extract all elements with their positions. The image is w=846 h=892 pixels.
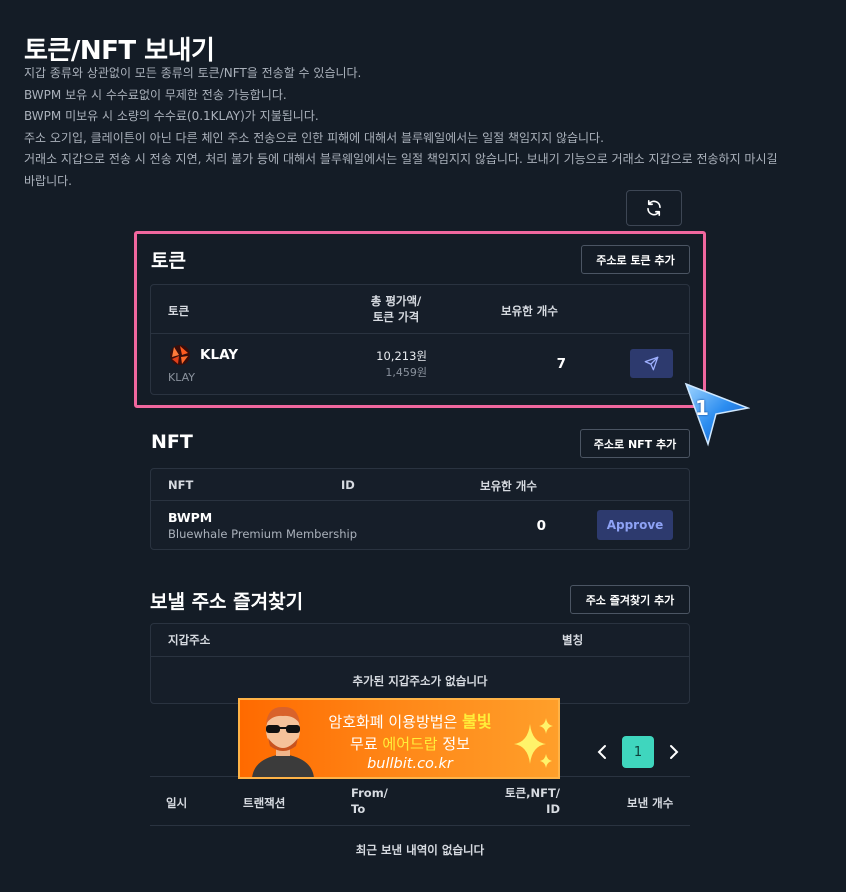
banner-line-1: 암호화폐 이용방법은 불빛 bbox=[328, 712, 492, 731]
favorites-table: 지갑주소 별칭 추가된 지갑주소가 없습니다 bbox=[150, 623, 690, 704]
callout-number: 1 bbox=[695, 396, 709, 420]
banner-line-2: 무료 에어드랍 정보 bbox=[350, 735, 470, 753]
from-to-col-header: From/ To bbox=[351, 786, 388, 816]
nft-name: BWPM bbox=[168, 510, 213, 525]
tx-col-header: 트랜잭션 bbox=[243, 796, 286, 810]
id-col-header: ID bbox=[341, 478, 355, 492]
callout-cursor-icon bbox=[680, 378, 751, 452]
notice-line: 지갑 종류와 상관없이 모든 종류의 토큰/NFT을 전송할 수 있습니다. bbox=[24, 66, 362, 80]
refresh-icon bbox=[647, 200, 661, 216]
notice-line: 거래소 지갑으로 전송 시 전송 지연, 처리 불가 등에 대해서 블루웨일에서… bbox=[24, 152, 778, 166]
approve-button[interactable]: Approve bbox=[597, 510, 673, 540]
highlight-box bbox=[134, 231, 706, 408]
alias-col-header: 별칭 bbox=[562, 633, 584, 647]
sent-count-col-header: 보낸 개수 bbox=[627, 796, 674, 810]
notice-line: 바랍니다. bbox=[24, 173, 72, 188]
chevron-right-icon[interactable] bbox=[667, 742, 681, 766]
address-col-header: 지갑주소 bbox=[168, 633, 211, 647]
notice-line: 주소 오기입, 클레이튼이 아닌 다른 체인 주소 전송으로 인한 피해에 대해… bbox=[24, 130, 604, 145]
avatar-illustration-icon bbox=[248, 704, 318, 777]
nft-count: 0 bbox=[536, 518, 546, 534]
bullbit-ad-banner[interactable]: 암호화폐 이용방법은 불빛 무료 에어드랍 정보 bullbit.co.kr bbox=[238, 698, 560, 779]
notice-line: BWPM 미보유 시 소량의 수수료(0.1KLAY)가 지불됩니다. bbox=[24, 109, 319, 123]
nft-table: NFT ID 보유한 개수 BWPM Bluewhale Premium Mem… bbox=[150, 468, 690, 550]
favorites-empty-text: 추가된 지갑주소가 없습니다 bbox=[352, 674, 488, 688]
refresh-button[interactable] bbox=[626, 190, 682, 226]
sparkle-icon bbox=[508, 716, 556, 774]
date-col-header: 일시 bbox=[166, 796, 188, 810]
divider bbox=[151, 656, 689, 657]
add-nft-by-address-button[interactable]: 주소로 NFT 추가 bbox=[580, 429, 690, 458]
banner-url: bullbit.co.kr bbox=[367, 756, 453, 772]
page-title: 토큰/NFT 보내기 bbox=[24, 36, 215, 66]
nft-full-name: Bluewhale Premium Membership bbox=[168, 527, 358, 541]
count-col-header: 보유한 개수 bbox=[480, 479, 537, 493]
page-number-button[interactable]: 1 bbox=[622, 736, 654, 768]
notice-line: BWPM 보유 시 수수료없이 무제한 전송 가능합니다. bbox=[24, 87, 287, 102]
nft-col-header: NFT bbox=[168, 478, 194, 492]
token-nft-id-col-header: 토큰,NFT/ ID bbox=[504, 786, 560, 816]
chevron-left-icon[interactable] bbox=[595, 742, 609, 766]
table-row: BWPM Bluewhale Premium Membership 0 Appr… bbox=[151, 501, 689, 549]
history-empty-text: 최근 보낸 내역이 없습니다 bbox=[355, 843, 485, 857]
notice-list: 지갑 종류와 상관없이 모든 종류의 토큰/NFT을 전송할 수 있습니다. B… bbox=[24, 63, 824, 192]
favorites-section-title: 보낼 주소 즐겨찾기 bbox=[150, 591, 304, 613]
add-favorite-address-button[interactable]: 주소 즐겨찾기 추가 bbox=[570, 585, 690, 614]
nft-section-title: NFT bbox=[151, 431, 193, 453]
divider bbox=[150, 825, 690, 826]
